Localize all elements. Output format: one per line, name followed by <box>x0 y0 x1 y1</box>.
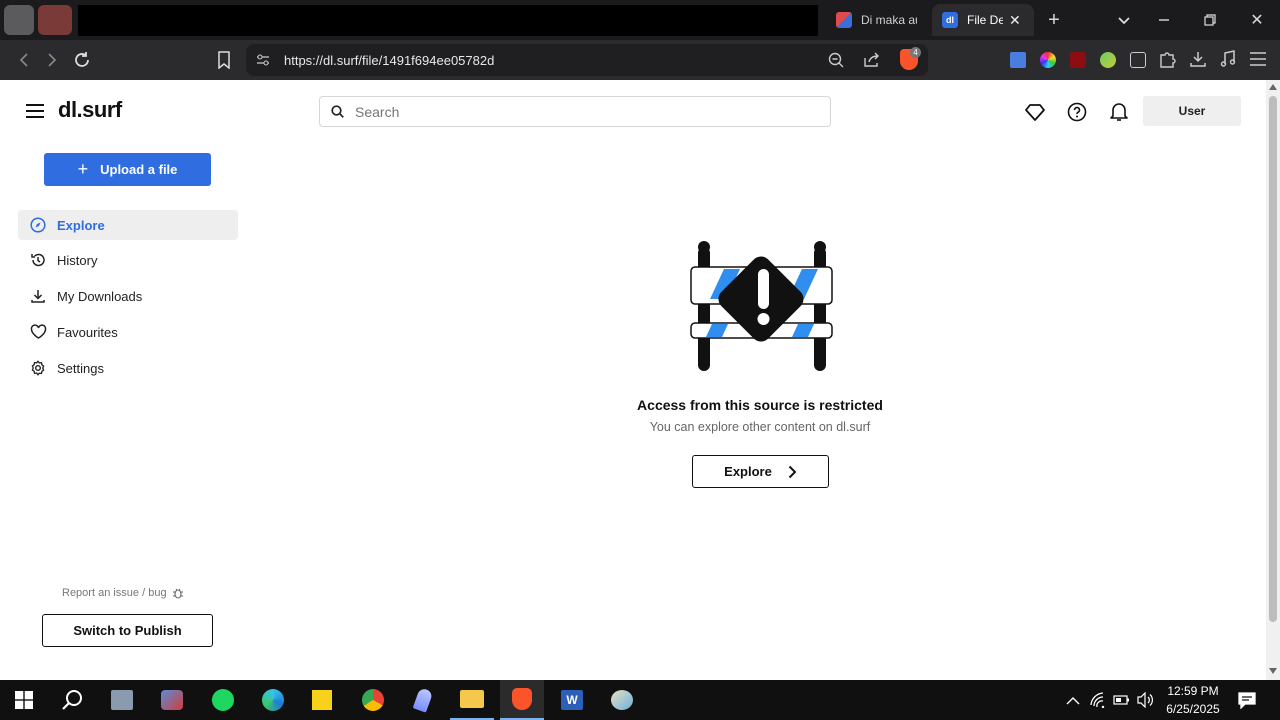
compass-icon <box>28 215 48 235</box>
url-text[interactable]: https://dl.surf/file/1491f694ee05782d <box>284 53 494 68</box>
report-label: Report an issue / bug <box>62 587 167 599</box>
battery-icon[interactable] <box>1113 693 1131 712</box>
history-icon <box>28 250 48 270</box>
browser-tab-bar: Di maka au dl File De ✕ + ✕ <box>0 0 1280 40</box>
feather-app-icon[interactable] <box>401 680 445 720</box>
search-input[interactable] <box>355 103 795 120</box>
sidebar-item-label: My Downloads <box>57 288 143 304</box>
close-tab-icon[interactable]: ✕ <box>1009 12 1021 29</box>
message-title: Access from this source is restricted <box>637 397 883 413</box>
share-icon[interactable] <box>862 52 880 71</box>
dl-favicon-icon: dl <box>942 12 958 28</box>
word-icon[interactable]: W <box>550 680 594 720</box>
color-wheel-extension-icon[interactable] <box>1040 52 1056 68</box>
reader-extension-icon[interactable] <box>1130 52 1146 68</box>
switch-to-publish-button[interactable]: Switch to Publish <box>42 614 213 647</box>
site-settings-icon[interactable] <box>255 52 271 68</box>
sidebar-item-settings[interactable]: Settings <box>18 353 238 383</box>
page-scrollbar[interactable] <box>1266 80 1280 680</box>
media-icon[interactable] <box>1219 50 1237 73</box>
restore-button[interactable] <box>1198 8 1222 32</box>
bug-icon <box>172 587 184 599</box>
explore-button[interactable]: Explore <box>692 455 829 488</box>
address-bar[interactable]: https://dl.surf/file/1491f694ee05782d 4 <box>246 44 928 76</box>
ublock-extension-icon[interactable] <box>1070 52 1086 68</box>
sidebar-item-history[interactable]: History <box>18 245 238 275</box>
shields-count-badge: 4 <box>910 47 921 58</box>
clock-date[interactable]: 6/25/2025 <box>1158 702 1228 716</box>
sidebar-item-explore[interactable]: Explore <box>18 210 238 240</box>
sidebar-item-label: History <box>57 252 98 268</box>
tab-title: Di maka au <box>861 13 917 27</box>
spotify-icon[interactable] <box>201 680 245 720</box>
page-content: dl.surf User + Upload a file Explore His… <box>0 80 1266 680</box>
notifications-bell-icon[interactable] <box>1109 101 1129 127</box>
sidebar-item-label: Settings <box>57 360 104 376</box>
notifications-center-icon[interactable] <box>1238 691 1256 714</box>
search-box[interactable] <box>319 96 831 127</box>
zoom-icon[interactable] <box>828 52 844 71</box>
upload-label: Upload a file <box>100 162 178 177</box>
volume-icon[interactable] <box>1137 691 1155 713</box>
user-button[interactable]: User <box>1143 96 1241 126</box>
favourites-heart-icon[interactable] <box>1025 102 1045 127</box>
bookmark-icon[interactable] <box>212 48 236 72</box>
windows-taskbar: W 12:59 PM 6/25/2025 <box>0 680 1280 720</box>
paint-app-icon[interactable] <box>150 680 194 720</box>
forward-icon[interactable] <box>40 48 64 72</box>
file-explorer-icon[interactable] <box>450 680 494 720</box>
sidebar-item-label: Explore <box>57 217 105 233</box>
tab-search-chevron-icon[interactable] <box>1112 8 1136 32</box>
edge-icon[interactable] <box>251 680 295 720</box>
scrollbar-down-arrow[interactable] <box>1269 668 1277 674</box>
start-windows-icon[interactable] <box>2 680 46 720</box>
chevron-right-icon <box>788 465 797 479</box>
scrollbar-thumb[interactable] <box>1269 96 1277 622</box>
downloads-icon[interactable] <box>1189 50 1207 73</box>
brave-browser-icon[interactable] <box>500 680 544 720</box>
clock-time[interactable]: 12:59 PM <box>1160 684 1226 698</box>
show-hidden-icons-chevron[interactable] <box>1066 693 1080 711</box>
sidebar-item-my-downloads[interactable]: My Downloads <box>18 281 238 311</box>
chrome-icon[interactable] <box>351 680 395 720</box>
wifi-icon[interactable] <box>1090 692 1108 713</box>
report-issue-link[interactable]: Report an issue / bug <box>62 587 184 599</box>
explore-button-label: Explore <box>724 464 772 479</box>
sidebar-item-favourites[interactable]: Favourites <box>18 317 238 347</box>
scrollbar-up-arrow[interactable] <box>1269 84 1277 90</box>
menu-icon[interactable] <box>1249 51 1267 72</box>
plus-icon: + <box>77 159 89 179</box>
shield-favicon-icon <box>836 12 852 28</box>
help-icon[interactable] <box>1067 102 1087 127</box>
heart-icon <box>28 322 48 342</box>
translate-extension-icon[interactable] <box>1010 52 1026 68</box>
gear-icon <box>28 358 48 378</box>
sidebar-item-label: Favourites <box>57 324 118 340</box>
leaf-extension-icon[interactable] <box>1100 52 1116 68</box>
new-tab-button[interactable]: + <box>1042 8 1066 32</box>
minimize-button[interactable] <box>1152 8 1176 32</box>
profile-tile-2[interactable] <box>38 5 72 35</box>
paint-brush-app-icon[interactable] <box>600 680 644 720</box>
reload-icon[interactable] <box>70 48 94 72</box>
tab-file-download[interactable]: dl File De ✕ <box>932 4 1034 36</box>
restricted-barrier-illustration <box>688 237 838 378</box>
message-subtitle: You can explore other content on dl.surf <box>649 420 871 434</box>
search-icon <box>331 105 344 118</box>
hamburger-menu-icon[interactable] <box>26 103 44 124</box>
sticky-notes-icon[interactable] <box>300 680 344 720</box>
download-icon <box>28 286 48 306</box>
profile-tile-1[interactable] <box>4 5 34 35</box>
tab-di-maka[interactable]: Di maka au <box>826 4 926 36</box>
extensions-puzzle-icon[interactable] <box>1158 50 1176 73</box>
tab-title: File De <box>967 13 1003 27</box>
close-window-button[interactable]: ✕ <box>1245 8 1269 32</box>
back-icon[interactable] <box>12 48 36 72</box>
search-taskbar-icon[interactable] <box>50 680 94 720</box>
upload-file-button[interactable]: + Upload a file <box>44 153 211 186</box>
redacted-bar <box>78 5 818 36</box>
file-server-app-icon[interactable] <box>100 680 144 720</box>
site-logo[interactable]: dl.surf <box>58 97 122 123</box>
